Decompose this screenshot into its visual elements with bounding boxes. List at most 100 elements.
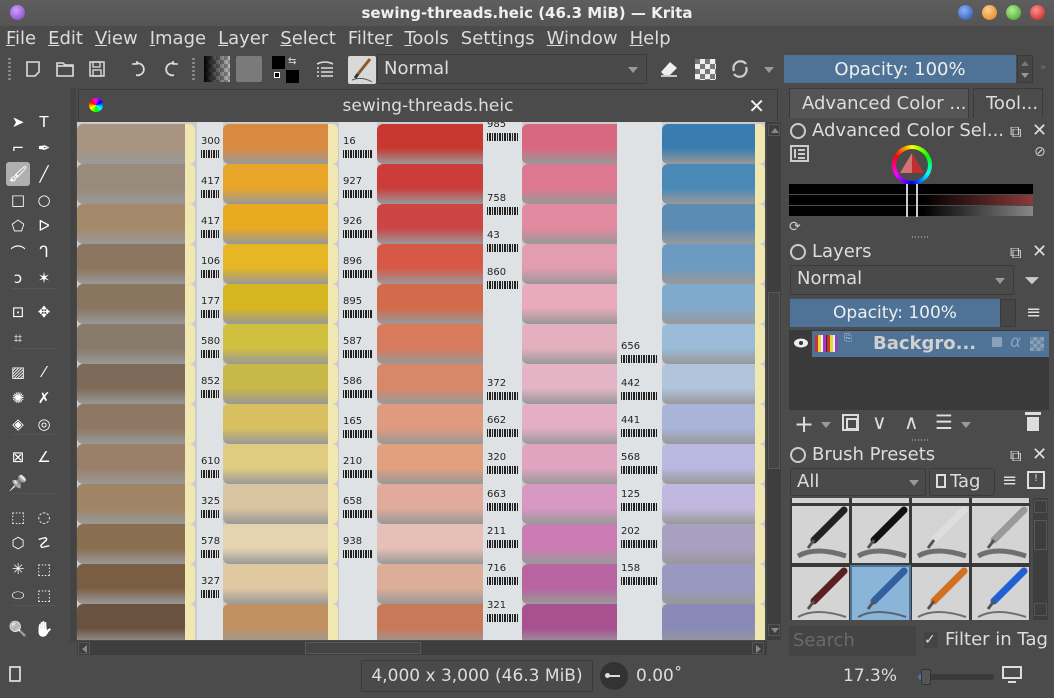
close-document-icon[interactable]: ✕ [748,94,765,118]
brush-preset-partial[interactable] [792,498,849,503]
reload-options-chevron-icon[interactable] [764,67,774,73]
preset-info-icon[interactable]: ! [1027,471,1045,489]
tab-tool-options[interactable]: Tool... [973,88,1043,118]
redo-icon[interactable] [160,58,182,80]
measure-tool-icon[interactable]: ∠ [32,445,56,469]
move-tool-icon[interactable]: ✥ [32,300,56,324]
menu-item-layer[interactable]: Layer [218,28,268,49]
lock-icon[interactable] [790,446,806,463]
brush-preset-3[interactable] [972,506,1029,563]
assistant-tool-icon[interactable]: ⊠ [6,445,30,469]
color-picker-tool-icon[interactable]: ⁄ [32,360,56,384]
image-canvas[interactable]: 300 417 417 106 177 580 852 610 325 578 327 16 927 92… [77,122,765,640]
color-sliders[interactable] [789,184,1033,217]
transform-tool-icon[interactable]: ⊡ [6,300,30,324]
move-layer-down-icon[interactable]: ∨ [872,410,887,434]
float-docker-icon[interactable]: ⧉ [1010,446,1021,466]
filter-in-tag-checkbox[interactable]: ✓ [924,632,938,648]
maximize-button[interactable] [1006,5,1021,20]
refresh-colors-icon[interactable]: ⟳ [789,219,801,235]
alpha-lock-toggle-icon[interactable]: α [1010,332,1021,352]
docker-splitter[interactable] [912,439,928,441]
close-docker-icon[interactable]: ✕ [1032,120,1047,141]
lock-icon[interactable] [790,122,806,139]
layer-properties-options-icon[interactable] [961,422,971,428]
reload-preset-icon[interactable] [729,58,751,80]
brush-preset-7[interactable] [972,567,1029,620]
brush-preset-0[interactable] [792,506,849,563]
docker-splitter[interactable] [912,236,928,238]
float-docker-icon[interactable]: ⧉ [1010,122,1021,142]
preset-filter-select[interactable]: All [790,468,926,496]
brush-preset-partial[interactable] [852,498,909,503]
horizontal-scroll-thumb[interactable] [305,642,421,654]
delete-layer-icon[interactable] [1025,412,1041,431]
multibrush-tool-icon[interactable]: ✶ [32,266,56,290]
ellipse-tool-icon[interactable]: ○ [32,188,56,212]
layer-blend-mode-select[interactable]: Normal [790,265,1014,295]
lock-icon[interactable] [790,243,806,260]
close-docker-icon[interactable]: ✕ [1032,241,1047,262]
reference-images-tool-icon[interactable]: 📌 [6,471,30,495]
rectangular-selection-tool-icon[interactable]: ⬚ [6,505,30,529]
menu-item-edit[interactable]: Edit [48,28,83,49]
close-button[interactable] [1030,5,1045,20]
layer-menu-icon[interactable]: ≡ [1026,302,1041,323]
brush-editor-icon[interactable] [314,58,336,80]
document-tab[interactable]: sewing-threads.heic ✕ [78,89,778,121]
move-layer-up-icon[interactable]: ∧ [904,410,919,434]
brush-preset-partial[interactable] [972,498,1029,503]
new-document-icon[interactable] [22,58,44,80]
scroll-up-icon[interactable] [768,124,780,136]
brush-preset-4[interactable] [792,567,849,620]
smart-patch-tool-icon[interactable]: ✺ [6,386,30,410]
rotation-dial[interactable] [600,662,628,690]
zoom-slider-handle[interactable] [920,669,931,685]
undo-icon[interactable] [128,58,150,80]
preset-search-input[interactable]: Search [789,626,916,656]
minimize-button[interactable] [982,5,997,20]
fg-bg-color-icon[interactable]: ⇆ [272,56,300,84]
layer-filter-icon[interactable]: ⏷ [1024,268,1040,292]
app-menu-icon[interactable] [10,5,25,20]
brush-preset-partial[interactable] [912,498,969,503]
vertical-scroll-thumb[interactable] [768,292,780,469]
add-layer-options-icon[interactable] [821,422,831,428]
gradient-tool-icon[interactable]: ▨ [6,360,30,384]
dynamic-brush-tool-icon[interactable]: ↄ [6,266,30,290]
crop-tool-icon[interactable]: ⌗ [6,326,30,350]
brush-preset-2[interactable] [912,506,969,563]
preset-scrollbar[interactable] [1033,498,1048,620]
inherit-alpha-icon[interactable] [1030,337,1044,351]
elliptical-selection-tool-icon[interactable]: ◌ [32,505,56,529]
edit-shapes-tool-icon[interactable]: ⌐ [6,136,30,160]
fit-to-screen-icon[interactable] [1002,666,1022,684]
rectangle-tool-icon[interactable]: □ [6,188,30,212]
similar-color-selection-tool-icon[interactable]: ⬚ [32,557,56,581]
zoom-slider[interactable] [918,669,994,685]
layer-opacity-spin-buttons[interactable] [1000,299,1016,327]
zoom-tool-icon[interactable]: 🔍 [6,617,30,641]
menu-item-filter[interactable]: Filter [348,28,393,49]
selection-display-icon[interactable] [9,666,21,682]
magnetic-selection-tool-icon[interactable]: ⬚ [32,583,56,607]
add-layer-icon[interactable]: + [794,410,814,438]
layer-row[interactable]: ⎘ Backgro... α [812,331,1049,357]
text-tool-icon[interactable]: T [32,110,56,134]
menu-item-tools[interactable]: Tools [404,28,448,49]
line-tool-icon[interactable]: ╱ [32,162,56,186]
canvas-horizontal-scrollbar[interactable] [77,641,767,655]
preset-view-menu-icon[interactable]: ≡ [1002,470,1017,491]
brush-preset-icon[interactable] [348,56,376,84]
bezier-curve-tool-icon[interactable]: ⌒ [6,240,30,264]
enclose-fill-tool-icon[interactable]: ◎ [32,412,56,436]
polygon-tool-icon[interactable]: ⬠ [6,214,30,238]
fill-tool-icon[interactable]: ◈ [6,412,30,436]
pattern-icon[interactable] [236,56,262,82]
toolbar-overflow-icon[interactable]: » [1040,62,1046,73]
freehand-selection-tool-icon[interactable]: ☡ [32,531,56,555]
menu-item-settings[interactable]: Settings [461,28,535,49]
blend-mode-select[interactable]: Normal [377,54,647,84]
color-wheel[interactable] [892,145,932,185]
opacity-spin-buttons[interactable] [1017,55,1033,83]
